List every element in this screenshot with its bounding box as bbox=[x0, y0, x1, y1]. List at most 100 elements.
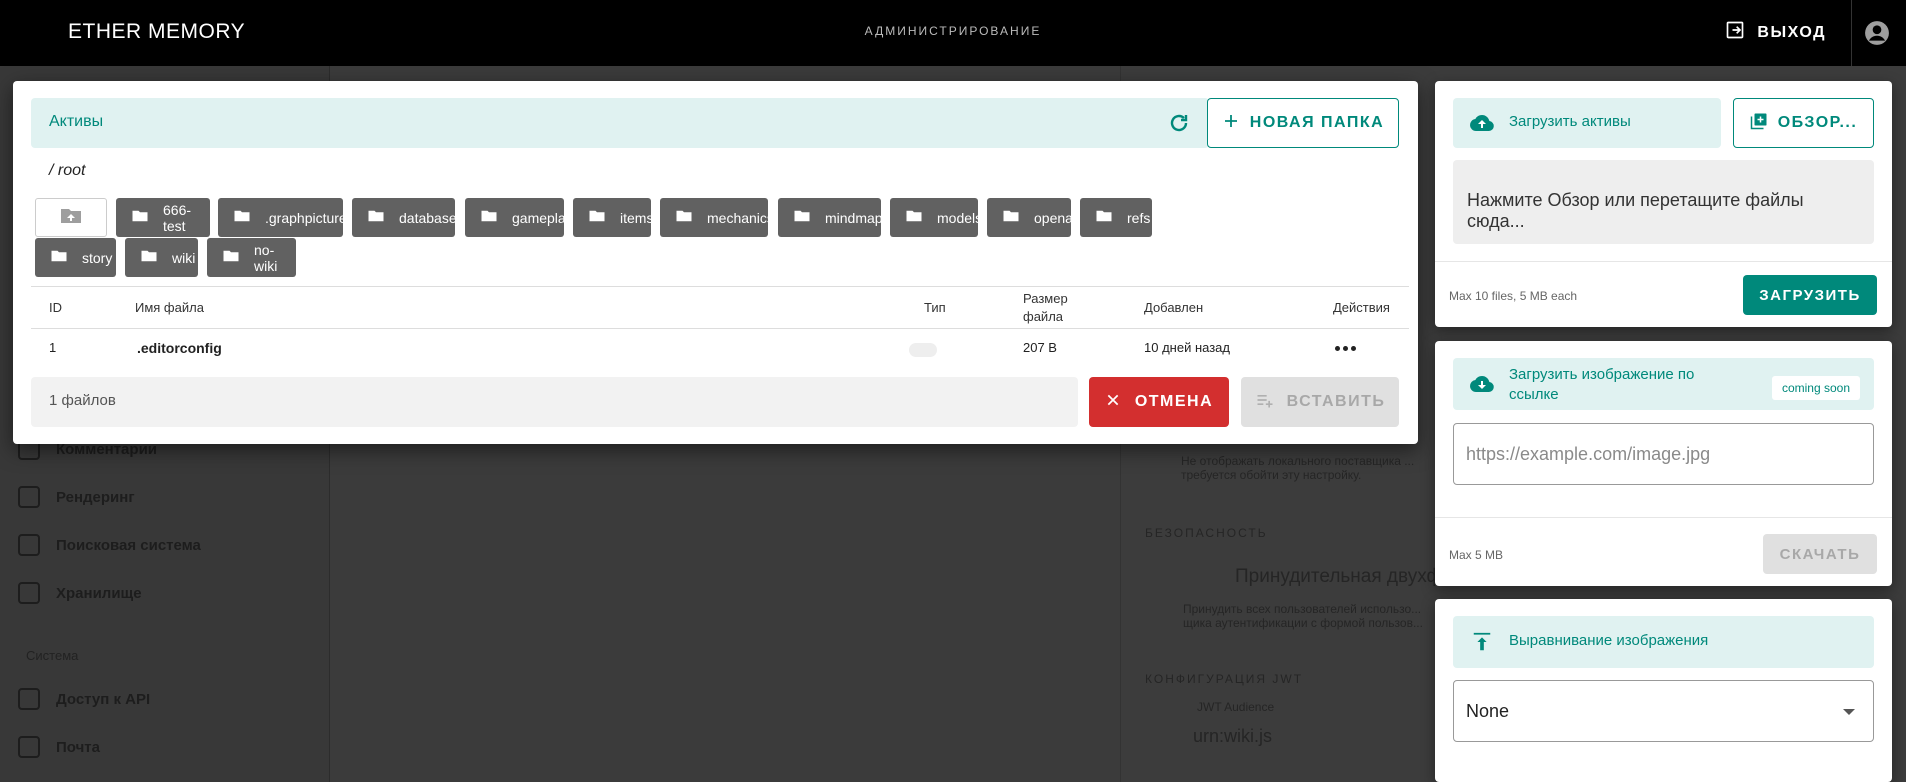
url-upload-title: Загрузить изображение по ссылке bbox=[1509, 366, 1695, 403]
cell-added: 10 дней назад bbox=[1144, 340, 1230, 355]
bg-jwt-value: urn:wiki.js bbox=[1193, 726, 1273, 746]
folder-icon bbox=[588, 207, 606, 228]
new-folder-label: НОВАЯ ПАПКА bbox=[1249, 114, 1385, 131]
top-bar: ETHER MEMORY АДМИНИСТРИРОВАНИЕ ВЫХОД bbox=[0, 0, 1906, 66]
account-circle-icon[interactable] bbox=[1864, 20, 1890, 46]
col-type[interactable]: Тип bbox=[924, 300, 946, 315]
folder-chip-databases[interactable]: databases bbox=[352, 198, 464, 237]
cancel-button[interactable]: ОТМЕНА bbox=[1089, 377, 1229, 427]
folder-icon bbox=[131, 207, 149, 228]
image-alignment-card: Выравнивание изображения None bbox=[1435, 599, 1892, 782]
table-row[interactable]: 1 .editorconfig 207 B 10 дней назад bbox=[31, 329, 1409, 367]
api-icon bbox=[18, 688, 40, 710]
bg-nav-search: Поисковая система bbox=[18, 534, 201, 556]
bg-nav-mail: Почта bbox=[18, 736, 100, 758]
upload-button[interactable]: ЗАГРУЗИТЬ bbox=[1743, 275, 1877, 315]
col-size[interactable]: Размер файла bbox=[1023, 291, 1068, 324]
insert-label: ВСТАВИТЬ bbox=[1286, 393, 1386, 410]
file-count: 1 файлов bbox=[31, 377, 1078, 427]
bg-tfa-help: Принудить всех пользователей использо...… bbox=[1183, 602, 1423, 630]
folder-chip-wiki[interactable]: wiki bbox=[125, 238, 198, 277]
logout-button[interactable]: ВЫХОД bbox=[1725, 20, 1826, 45]
coming-soon-badge: coming soon bbox=[1771, 376, 1860, 400]
folder-chip-gameplay[interactable]: gameplay bbox=[465, 198, 573, 237]
folder-chip-story[interactable]: story bbox=[35, 238, 116, 277]
upload-assets-header: Загрузить активы bbox=[1453, 98, 1721, 148]
folder-icon bbox=[793, 207, 811, 228]
folder-chip-666-test[interactable]: 666-test bbox=[116, 198, 210, 237]
assets-header: Активы bbox=[31, 98, 1209, 148]
bg-nav-rendering: Рендеринг bbox=[18, 486, 135, 508]
folder-up-icon bbox=[59, 203, 83, 232]
refresh-icon[interactable] bbox=[1167, 111, 1191, 135]
folder-up-button[interactable] bbox=[35, 198, 107, 237]
bg-nav-section: Система bbox=[26, 648, 79, 663]
cancel-label: ОТМЕНА bbox=[1134, 393, 1214, 410]
folder-icon bbox=[905, 207, 923, 228]
cloud-upload-icon bbox=[1470, 115, 1494, 131]
bg-security-heading: БЕЗОПАСНОСТЬ bbox=[1145, 526, 1268, 540]
image-url-input[interactable] bbox=[1453, 423, 1874, 485]
folder-icon bbox=[675, 207, 693, 228]
file-dropzone[interactable]: Нажмите Обзор или перетащите файлы сюда.… bbox=[1453, 160, 1874, 244]
card-divider bbox=[1435, 517, 1892, 518]
mail-icon bbox=[18, 736, 40, 758]
library-add-icon bbox=[1750, 112, 1768, 135]
folder-chip-models[interactable]: models bbox=[890, 198, 982, 237]
bg-jwt-label: JWT Audience bbox=[1197, 700, 1275, 714]
folder-chip-graphpictures[interactable]: .graphpictures bbox=[218, 198, 354, 237]
folder-chip-refs[interactable]: refs bbox=[1080, 198, 1152, 237]
folder-icon bbox=[1002, 207, 1020, 228]
cell-name: .editorconfig bbox=[137, 340, 222, 356]
folder-icon bbox=[140, 247, 158, 268]
download-button[interactable]: СКАЧАТЬ bbox=[1763, 534, 1877, 574]
chevron-down-icon bbox=[1843, 709, 1855, 715]
table-header: ID Имя файла Тип Размер файла Добавлен Де… bbox=[31, 286, 1409, 329]
folder-icon bbox=[480, 207, 498, 228]
browse-label: ОБЗОР... bbox=[1777, 114, 1858, 131]
card-divider bbox=[1435, 261, 1892, 262]
plus-icon bbox=[1222, 112, 1240, 135]
folder-chip-mindmaps[interactable]: mindmaps bbox=[778, 198, 890, 237]
cell-size: 207 B bbox=[1023, 340, 1057, 355]
url-upload-header: Загрузить изображение по ссылке coming s… bbox=[1453, 358, 1874, 410]
folder-chip-mechanics[interactable]: mechanics bbox=[660, 198, 774, 237]
bg-nav-storage: Хранилище bbox=[18, 582, 142, 604]
close-icon bbox=[1105, 392, 1121, 413]
insert-button[interactable]: ВСТАВИТЬ bbox=[1241, 377, 1399, 427]
folder-icon bbox=[50, 247, 68, 268]
folder-chip-openai[interactable]: openai bbox=[987, 198, 1076, 237]
bg-tfa-label: Принудительная двухф bbox=[1235, 566, 1443, 587]
folder-chip-no-wiki[interactable]: no-wiki bbox=[207, 238, 296, 277]
storage-icon bbox=[18, 582, 40, 604]
cell-id: 1 bbox=[49, 340, 57, 355]
file-type-icon bbox=[909, 343, 937, 357]
upload-limits: Max 10 files, 5 MB each bbox=[1449, 289, 1578, 303]
more-horizontal-icon[interactable] bbox=[1331, 338, 1359, 358]
col-added[interactable]: Добавлен bbox=[1144, 300, 1203, 315]
url-limits: Max 5 MB bbox=[1449, 548, 1504, 562]
align-top-icon bbox=[1473, 632, 1491, 651]
new-folder-button[interactable]: НОВАЯ ПАПКА bbox=[1207, 98, 1399, 148]
url-upload-card: Загрузить изображение по ссылке coming s… bbox=[1435, 341, 1892, 586]
asset-browser-dialog: Активы НОВАЯ ПАПКА / root 666-test .grap… bbox=[13, 81, 1418, 444]
col-name[interactable]: Имя файла bbox=[135, 300, 204, 315]
search-engine-icon bbox=[18, 534, 40, 556]
folder-chip-items[interactable]: items bbox=[573, 198, 653, 237]
col-actions: Действия bbox=[1333, 300, 1390, 315]
logout-icon bbox=[1725, 20, 1745, 45]
alignment-select[interactable]: None bbox=[1453, 680, 1874, 742]
alignment-header: Выравнивание изображения bbox=[1453, 616, 1874, 668]
folder-icon bbox=[222, 247, 240, 268]
assets-title: Активы bbox=[49, 113, 104, 130]
bg-jwt-heading: КОНФИГУРАЦИЯ JWT bbox=[1145, 672, 1304, 686]
browse-button[interactable]: ОБЗОР... bbox=[1733, 98, 1874, 148]
folder-icon bbox=[1095, 207, 1113, 228]
folder-icon bbox=[233, 207, 251, 228]
cloud-download-icon bbox=[1470, 376, 1494, 392]
folder-icon bbox=[367, 207, 385, 228]
col-id[interactable]: ID bbox=[49, 300, 62, 315]
alignment-selected-value: None bbox=[1466, 701, 1510, 721]
upload-assets-card: Загрузить активы ОБЗОР... Нажмите Обзор … bbox=[1435, 81, 1892, 327]
topbar-divider bbox=[1851, 0, 1852, 66]
